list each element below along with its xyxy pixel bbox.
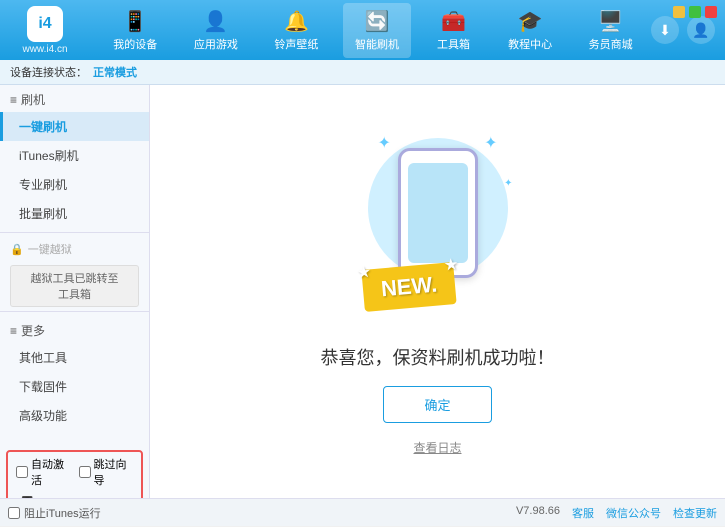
smart-flash-icon: 🔄 <box>365 9 390 34</box>
phone-body <box>398 148 478 278</box>
sidebar-divider-1 <box>0 232 149 233</box>
auto-activate-label: 自动激活 <box>31 456 71 488</box>
sidebar-flash-header: ≡ 刷机 <box>0 85 149 112</box>
version-number: V7.98.66 <box>516 505 560 521</box>
logo-website: www.i4.cn <box>22 44 67 55</box>
skip-guide-checkbox[interactable]: 跳过向导 <box>79 456 134 488</box>
check-update-link[interactable]: 检查更新 <box>673 505 717 521</box>
skip-guide-input[interactable] <box>79 466 91 478</box>
download-button[interactable]: ⬇ <box>651 16 679 44</box>
advanced-label: 高级功能 <box>19 409 67 423</box>
one-click-flash-label: 一键刷机 <box>19 120 67 134</box>
nav-service-label: 务员商城 <box>589 36 633 52</box>
sparkle-1: ✦ <box>378 133 391 153</box>
apps-games-icon: 👤 <box>203 9 228 34</box>
app-logo: i4 www.i4.cn <box>10 6 80 55</box>
sidebar-item-itunes-flash[interactable]: iTunes刷机 <box>0 141 149 170</box>
nav-toolbox[interactable]: 🧰 工具箱 <box>424 3 484 58</box>
customer-service-link[interactable]: 客服 <box>572 505 594 521</box>
nav-my-device-label: 我的设备 <box>113 36 157 52</box>
nav-smart-flash[interactable]: 🔄 智能刷机 <box>343 3 411 58</box>
status-mode: 正常模式 <box>93 64 137 80</box>
wechat-link[interactable]: 微信公众号 <box>606 505 661 521</box>
toolbox-icon: 🧰 <box>441 9 466 34</box>
sidebar-item-one-click-flash[interactable]: 一键刷机 <box>0 112 149 141</box>
tutorial-icon: 🎓 <box>518 9 543 34</box>
sparkle-2: ✦ <box>484 133 497 153</box>
logo-icon: i4 <box>27 6 63 42</box>
pro-flash-label: 专业刷机 <box>19 178 67 192</box>
success-card: ✦ ✦ ✦ NEW. 恭喜您，保资料刷机成功啦！ 确定 查看日志 <box>321 128 555 456</box>
device-details: iPhone 15 Pro Max 512GB iPhone <box>44 496 133 498</box>
phone-screen <box>408 163 468 263</box>
nav-ringtones[interactable]: 🔔 铃声壁纸 <box>262 3 330 58</box>
flash-section-label: 刷机 <box>21 91 45 108</box>
nav-smart-flash-label: 智能刷机 <box>355 36 399 52</box>
content-area: ✦ ✦ ✦ NEW. 恭喜您，保资料刷机成功啦！ 确定 查看日志 <box>150 85 725 498</box>
sidebar: ≡ 刷机 一键刷机 iTunes刷机 专业刷机 批量刷机 🔒 一键越狱 越狱工具… <box>0 85 150 498</box>
device-phone-icon: 📱 <box>16 496 38 498</box>
more-section-label: 更多 <box>21 322 45 339</box>
success-title: 恭喜您，保资料刷机成功啦！ <box>321 344 555 370</box>
nav-ringtones-label: 铃声壁纸 <box>274 36 318 52</box>
sidebar-divider-2 <box>0 311 149 312</box>
maximize-button[interactable] <box>689 6 701 18</box>
service-icon: 🖥️ <box>598 9 623 34</box>
phone-illustration: ✦ ✦ ✦ NEW. <box>358 128 518 328</box>
log-link[interactable]: 查看日志 <box>413 439 461 456</box>
device-name: iPhone 15 Pro Max <box>44 496 133 498</box>
status-bar: 设备连接状态： 正常模式 <box>0 60 725 85</box>
auto-activate-checkbox[interactable]: 自动激活 <box>16 456 71 488</box>
itunes-checkbox[interactable]: 阻止iTunes运行 <box>8 505 101 521</box>
more-section-icon: ≡ <box>10 324 17 338</box>
skip-guide-label: 跳过向导 <box>94 456 134 488</box>
sidebar-item-pro-flash[interactable]: 专业刷机 <box>0 170 149 199</box>
new-badge: NEW. <box>361 262 457 312</box>
nav-tutorial[interactable]: 🎓 教程中心 <box>496 3 564 58</box>
lock-icon: 🔒 <box>10 243 24 256</box>
bottom-bar: 阻止iTunes运行 V7.98.66 客服 微信公众号 检查更新 <box>0 498 725 526</box>
flash-section-icon: ≡ <box>10 93 17 107</box>
nav-toolbox-label: 工具箱 <box>437 36 470 52</box>
disabled-jailbreak-label: 一键越狱 <box>28 241 72 257</box>
download-firmware-label: 下载固件 <box>19 380 67 394</box>
nav-tutorial-label: 教程中心 <box>508 36 552 52</box>
sidebar-notice-jailbreak: 越狱工具已跳转至工具箱 <box>10 265 139 307</box>
main-layout: ≡ 刷机 一键刷机 iTunes刷机 专业刷机 批量刷机 🔒 一键越狱 越狱工具… <box>0 85 725 498</box>
itunes-label: 阻止iTunes运行 <box>24 505 101 521</box>
nav-apps-games-label: 应用游戏 <box>194 36 238 52</box>
sparkle-3: ✦ <box>504 178 512 189</box>
user-button[interactable]: 👤 <box>687 16 715 44</box>
nav-service[interactable]: 🖥️ 务员商城 <box>577 3 645 58</box>
sidebar-disabled-jailbreak: 🔒 一键越狱 <box>0 237 149 261</box>
device-info: 📱 iPhone 15 Pro Max 512GB iPhone <box>16 492 133 498</box>
window-controls <box>673 6 717 18</box>
bottom-version-area: V7.98.66 客服 微信公众号 检查更新 <box>516 505 717 521</box>
sidebar-item-download-firmware[interactable]: 下载固件 <box>0 372 149 401</box>
auto-activate-input[interactable] <box>16 466 28 478</box>
device-checkboxes: 自动激活 跳过向导 <box>16 456 133 488</box>
sidebar-item-batch-flash[interactable]: 批量刷机 <box>0 199 149 228</box>
my-device-icon: 📱 <box>123 9 148 34</box>
nav-my-device[interactable]: 📱 我的设备 <box>101 3 169 58</box>
sidebar-item-advanced[interactable]: 高级功能 <box>0 401 149 430</box>
new-badge-text: NEW. <box>379 271 437 301</box>
device-panel: 自动激活 跳过向导 📱 iPhone 15 Pro Max 512GB iPho… <box>6 450 143 498</box>
itunes-checkbox-input[interactable] <box>8 507 20 519</box>
ringtones-icon: 🔔 <box>284 9 309 34</box>
itunes-flash-label: iTunes刷机 <box>19 149 79 163</box>
confirm-button[interactable]: 确定 <box>383 386 491 423</box>
close-button[interactable] <box>705 6 717 18</box>
top-navbar: i4 www.i4.cn 📱 我的设备 👤 应用游戏 🔔 铃声壁纸 🔄 智能刷机… <box>0 0 725 60</box>
status-prefix: 设备连接状态： <box>10 64 87 80</box>
nav-items: 📱 我的设备 👤 应用游戏 🔔 铃声壁纸 🔄 智能刷机 🧰 工具箱 🎓 <box>95 3 651 58</box>
minimize-button[interactable] <box>673 6 685 18</box>
top-right-actions: ⬇ 👤 <box>651 16 715 44</box>
nav-apps-games[interactable]: 👤 应用游戏 <box>182 3 250 58</box>
other-tools-label: 其他工具 <box>19 351 67 365</box>
sidebar-more-header: ≡ 更多 <box>0 316 149 343</box>
sidebar-item-other-tools[interactable]: 其他工具 <box>0 343 149 372</box>
batch-flash-label: 批量刷机 <box>19 207 67 221</box>
